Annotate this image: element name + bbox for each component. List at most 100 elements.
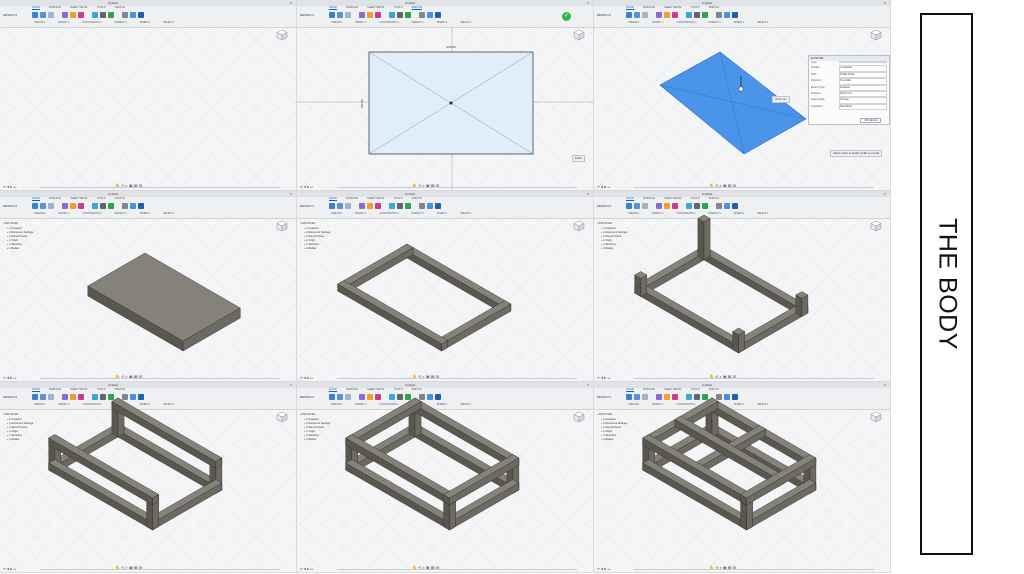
viewport-canvas[interactable] [0, 0, 297, 191]
viewport-canvas[interactable] [297, 382, 594, 573]
timeline-controls[interactable]: ⏮ ◀ ▶ ⏭ [3, 376, 16, 380]
grid-line [814, 302, 890, 381]
browser-item[interactable]: Bodies [7, 438, 59, 442]
grid-line [286, 180, 296, 190]
timeline-track [337, 378, 577, 379]
grid-line [297, 138, 347, 190]
viewcube-icon[interactable] [870, 411, 882, 423]
grid-line [285, 406, 296, 418]
browser-item[interactable]: Bodies [7, 247, 59, 251]
browser-header: ◂ BROWSER [597, 413, 613, 416]
field-value[interactable]: New Body [839, 103, 887, 111]
timeline-track [40, 569, 280, 570]
grid-line [219, 24, 296, 105]
grid-line [517, 302, 593, 381]
browser-item[interactable]: Bodies [601, 438, 653, 442]
browser-item[interactable]: Bodies [304, 438, 356, 442]
grid-line [594, 138, 644, 190]
viewcube-icon[interactable] [276, 220, 288, 232]
timeline-track [634, 569, 874, 570]
browser-header: ◂ BROWSER [300, 222, 316, 225]
ok-button[interactable]: OK Cancel [860, 118, 881, 123]
viewport-2: Untitled × DESIGN ▾ SOLID SURFACE SHEET METAL… [297, 0, 594, 191]
timeline: ⏮ ◀ ▶ ⏭ [594, 376, 890, 381]
grid-line [879, 215, 890, 227]
grid-line [583, 562, 593, 572]
browser-item[interactable]: Bodies [304, 247, 356, 251]
grid-line [538, 406, 593, 464]
grid-line [835, 406, 890, 464]
viewport-canvas[interactable]: 600.00 400.00 [297, 0, 594, 191]
grid-line [242, 516, 296, 572]
viewcube-icon[interactable] [870, 220, 882, 232]
viewcube-icon[interactable] [276, 29, 288, 41]
grid-line [0, 184, 6, 190]
timeline-controls[interactable]: ⏮ ◀ ▶ ⏭ [597, 185, 610, 189]
grid-line [242, 134, 296, 190]
timeline-track [634, 378, 874, 379]
timeline-controls[interactable]: ⏮ ◀ ▶ ⏭ [300, 185, 313, 189]
viewport-canvas[interactable] [0, 382, 297, 573]
grid-line [153, 24, 296, 173]
grid-line [473, 448, 593, 572]
browser-header: ◂ BROWSER [3, 413, 19, 416]
timeline-controls[interactable]: ⏮ ◀ ▶ ⏭ [597, 376, 610, 380]
timeline-track [40, 187, 280, 188]
timeline: ⏮ ◀ ▶ ⏭ [297, 567, 593, 572]
field-value[interactable] [839, 61, 887, 63]
bar-right-face-side [152, 482, 223, 531]
post-front-face-front [732, 331, 739, 354]
grid-line [297, 24, 348, 78]
field-label: Extent Type [811, 85, 825, 89]
grid-line [219, 406, 296, 487]
grid-line [0, 24, 7, 32]
field-label: Profiles [811, 66, 820, 70]
timeline-track [337, 569, 577, 570]
grid-line [539, 325, 593, 381]
post-back-face-front [697, 218, 705, 261]
viewport-1: Untitled × DESIGN ▾ SOLID SURFACE SHEET METAL… [0, 0, 297, 191]
timeline-controls[interactable]: ⏮ ◀ ▶ ⏭ [597, 567, 610, 571]
grid-line [583, 180, 593, 190]
grid-line [857, 406, 890, 441]
viewcube-icon[interactable] [276, 411, 288, 423]
grid-line [264, 157, 296, 190]
grid-line [451, 234, 593, 381]
viewcube-icon[interactable] [870, 29, 882, 41]
grid-line [198, 88, 296, 190]
grid-line [538, 24, 593, 82]
grid-line [836, 325, 890, 381]
browser-header: ◂ BROWSER [597, 222, 613, 225]
extrude-dialog: EXTRUDE Type Profiles 1 selected Start Profil… [808, 55, 890, 125]
viewcube-icon[interactable] [573, 29, 585, 41]
grid-line [0, 138, 50, 190]
browser-header: ◂ BROWSER [3, 222, 19, 225]
timeline-controls[interactable]: ⏮ ◀ ▶ ⏭ [3, 185, 16, 189]
viewport-canvas[interactable] [594, 382, 891, 573]
viewport-canvas[interactable] [297, 191, 594, 382]
grid-line [858, 539, 890, 572]
viewport-9: Untitled × DESIGN ▾ SOLID SURFACE SHEET METAL… [594, 382, 891, 573]
grid-line [857, 215, 890, 250]
browser-panel: ◂ BROWSERUnsavedDocument SettingsNamed V… [597, 222, 653, 251]
distance-readout[interactable]: 40.00 mm [772, 96, 790, 103]
viewcube-icon[interactable] [573, 220, 585, 232]
timeline-controls[interactable]: ⏮ ◀ ▶ ⏭ [300, 567, 313, 571]
timeline: ⏮ ◀ ▶ ⏭ [0, 185, 296, 190]
browser-item[interactable]: Bodies [601, 247, 653, 251]
grid-line [241, 406, 296, 464]
viewport-canvas[interactable] [594, 191, 891, 382]
bar-right-face-side [441, 303, 512, 352]
browser-panel: ◂ BROWSERUnsavedDocument SettingsNamed V… [300, 222, 356, 251]
timeline-controls[interactable]: ⏮ ◀ ▶ ⏭ [300, 376, 313, 380]
grid-line [264, 348, 296, 381]
browser-panel: ◂ BROWSERUnsavedDocument SettingsNamed V… [3, 413, 59, 442]
grid-line [747, 215, 890, 364]
timeline-controls[interactable]: ⏮ ◀ ▶ ⏭ [3, 567, 16, 571]
viewport-8: Untitled × DESIGN ▾ SOLID SURFACE SHEET METAL… [297, 382, 594, 573]
finish-hint[interactable]: Finish [572, 155, 585, 162]
grid-line [494, 215, 593, 319]
viewcube-icon[interactable] [573, 411, 585, 423]
bar-back-face-top [697, 245, 809, 310]
viewport-canvas[interactable] [0, 191, 297, 382]
